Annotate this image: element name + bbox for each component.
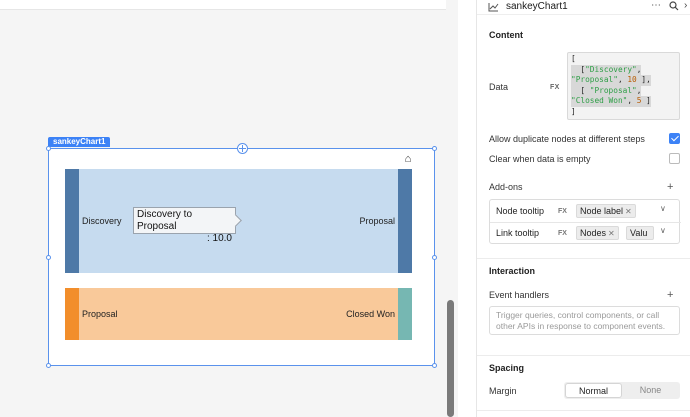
addon-fx-badge[interactable]: FX bbox=[558, 208, 567, 215]
add-event-handler-plus-icon[interactable]: + bbox=[667, 290, 673, 301]
event-handlers-empty-state[interactable]: Trigger queries, control components, or … bbox=[489, 306, 680, 335]
tooltip-title: Discovery to Proposal bbox=[137, 209, 193, 232]
code-line-2: ["Discovery", bbox=[571, 64, 642, 75]
node-proposal-right[interactable] bbox=[398, 169, 412, 273]
allow-duplicate-label: Allow duplicate nodes at different steps bbox=[489, 134, 645, 144]
search-icon[interactable] bbox=[669, 1, 679, 11]
panel-title[interactable]: sankeyChart1 bbox=[506, 1, 568, 12]
code-line-1: [ bbox=[571, 54, 576, 63]
more-horizontal-icon[interactable]: ⋯ bbox=[651, 0, 661, 11]
margin-label: Margin bbox=[489, 386, 517, 396]
code-line-6: ] bbox=[571, 106, 576, 116]
addon-row-node-tooltip[interactable]: Node tooltip FX Node label ✕ ∨ bbox=[490, 200, 681, 222]
code-line-5: "Closed Won", 5 ] bbox=[571, 96, 651, 107]
addons-label: Add-ons bbox=[489, 182, 523, 192]
section-content-title[interactable]: Content bbox=[489, 30, 523, 40]
addon-row-link-tooltip[interactable]: Link tooltip FX Nodes ✕ Valu ∨ bbox=[490, 222, 681, 244]
node-closed-won[interactable] bbox=[398, 288, 412, 340]
chevron-down-icon[interactable]: ∨ bbox=[660, 226, 666, 235]
section-divider bbox=[477, 410, 690, 411]
clear-when-empty-checkbox[interactable] bbox=[669, 153, 680, 164]
section-divider bbox=[477, 355, 690, 356]
node-label-closed-won: Closed Won bbox=[346, 309, 395, 319]
data-code-editor[interactable]: [ ["Discovery", "Proposal", 10 ], [ "Pro… bbox=[567, 52, 680, 120]
line-chart-icon bbox=[488, 3, 499, 12]
code-line-3: "Proposal", 10 ], bbox=[571, 75, 651, 86]
node-label-discovery: Discovery bbox=[82, 216, 122, 226]
chart-tooltip: Discovery to Proposal : 10.0 bbox=[133, 207, 236, 244]
addon-fx-badge[interactable]: FX bbox=[558, 230, 567, 237]
close-icon: ✕ bbox=[608, 229, 615, 238]
canvas: sankeyChart1 ⌂ Discovery Proposal Propos… bbox=[0, 0, 458, 417]
margin-segmented-control: Normal None bbox=[564, 382, 680, 399]
margin-option-normal[interactable]: Normal bbox=[565, 383, 622, 398]
close-icon: ✕ bbox=[625, 207, 632, 216]
add-addon-plus-icon[interactable]: + bbox=[667, 182, 673, 193]
code-line-4: [ "Proposal", bbox=[571, 85, 642, 96]
section-spacing-title[interactable]: Spacing bbox=[489, 363, 524, 373]
addon-tag[interactable]: Node label ✕ bbox=[576, 204, 636, 218]
node-discovery[interactable] bbox=[65, 169, 79, 273]
chevron-right-icon[interactable]: › bbox=[684, 0, 687, 11]
margin-option-none[interactable]: None bbox=[622, 383, 679, 398]
section-divider bbox=[477, 258, 690, 259]
addon-tag[interactable]: Valu bbox=[626, 226, 654, 240]
clear-when-empty-label: Clear when data is empty bbox=[489, 154, 591, 164]
node-label-proposal-left: Proposal bbox=[82, 309, 118, 319]
data-fx-badge[interactable]: FX bbox=[550, 84, 560, 91]
data-label: Data bbox=[489, 82, 509, 92]
allow-duplicate-checkbox[interactable] bbox=[669, 133, 680, 144]
addon-name: Node tooltip bbox=[496, 206, 545, 216]
event-handlers-label: Event handlers bbox=[489, 290, 550, 300]
tooltip-value: : 10.0 bbox=[206, 233, 232, 244]
node-proposal-left[interactable] bbox=[65, 288, 79, 340]
addons-list: Node tooltip FX Node label ✕ ∨ Link toolt… bbox=[489, 199, 681, 244]
panel-header: sankeyChart1 ⋯ › bbox=[477, 0, 690, 15]
addon-name: Link tooltip bbox=[496, 228, 540, 238]
node-label-proposal-right: Proposal bbox=[359, 216, 395, 226]
addon-tag[interactable]: Nodes ✕ bbox=[576, 226, 619, 240]
section-interaction-title[interactable]: Interaction bbox=[489, 266, 535, 276]
chevron-down-icon[interactable]: ∨ bbox=[660, 204, 666, 213]
inspector-panel: sankeyChart1 ⋯ › Content Data FX [ ["Dis… bbox=[476, 0, 690, 417]
